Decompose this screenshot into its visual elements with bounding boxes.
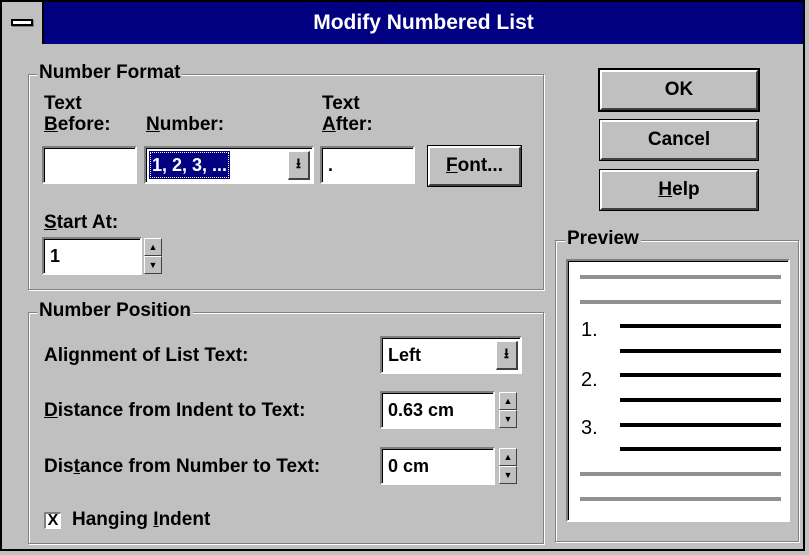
cancel-button[interactable]: Cancel (599, 119, 759, 161)
ok-button[interactable]: OK (598, 68, 760, 112)
help-mnemonic: H (658, 179, 673, 200)
system-menu-button[interactable] (2, 2, 44, 44)
spin-down-icon[interactable]: ▼ (499, 466, 517, 484)
start-at-value: 1 (50, 245, 61, 266)
help-button-label: Help (658, 179, 699, 201)
number-position-legend: Number Position (37, 300, 194, 321)
preview-gray-line (580, 275, 781, 279)
preview-gray-line (580, 300, 781, 304)
modify-numbered-list-dialog: Modify Numbered List Number Format Text … (0, 0, 805, 551)
preview-black-line (620, 324, 781, 328)
font-mnemonic: F (446, 155, 458, 176)
preview-black-line (620, 398, 781, 402)
preview-number-2: 2. (581, 369, 598, 391)
preview-black-line (620, 447, 781, 451)
preview-black-line (620, 423, 781, 427)
number-text-distance-spinner[interactable]: ▲ ▼ (499, 448, 517, 484)
spin-up-icon[interactable]: ▲ (499, 448, 517, 466)
spin-down-icon[interactable]: ▼ (144, 256, 162, 274)
font-button[interactable]: Font... (427, 145, 522, 187)
spin-up-icon[interactable]: ▲ (499, 392, 517, 410)
dropdown-arrow-icon: ⭳ (296, 155, 301, 171)
hanging-indent-label-pre: Hanging (72, 509, 154, 530)
number-select-value: 1, 2, 3, ... (149, 151, 231, 179)
hanging-indent-label-rest: ndent (158, 509, 211, 530)
alignment-select[interactable]: Left ⭳ (380, 336, 522, 374)
preview-number-3: 3. (581, 417, 598, 439)
text-after-mnemonic: A (322, 114, 336, 135)
number-text-distance-label: Distance from Number to Text: (44, 456, 320, 478)
number-text-label-pre: Dis (44, 456, 74, 477)
hanging-indent-label: Hanging Indent (72, 509, 210, 531)
start-at-label-rest: tart At: (56, 212, 119, 233)
text-before-label-line1: Text (44, 93, 82, 114)
dropdown-arrow-icon: ⭳ (504, 345, 509, 361)
cancel-button-label: Cancel (647, 129, 711, 150)
preview-gray-line (580, 472, 781, 476)
spin-up-icon[interactable]: ▲ (144, 238, 162, 256)
number-text-distance-value: 0 cm (388, 455, 430, 476)
window-title: Modify Numbered List (313, 11, 534, 34)
start-at-label: Start At: (44, 212, 118, 234)
text-after-label-rest: fter: (335, 114, 373, 135)
preview-black-line (620, 373, 781, 377)
number-mnemonic: N (146, 114, 160, 135)
alignment-value: Left (388, 344, 421, 365)
preview-pane: 1. 2. 3. (566, 259, 790, 522)
number-label: Number: (146, 114, 224, 136)
text-after-input[interactable]: . (320, 146, 415, 184)
text-before-mnemonic: B (44, 114, 58, 135)
alignment-label: Alignment of List Text: (44, 345, 249, 366)
indent-distance-value: 0.63 cm (388, 399, 455, 420)
ok-button-label: OK (664, 79, 694, 100)
start-at-mnemonic: S (44, 212, 57, 233)
font-button-rest: ont... (457, 155, 503, 176)
indent-distance-spinner[interactable]: ▲ ▼ (499, 392, 517, 428)
text-after-label-line1: Text (322, 93, 360, 114)
text-before-label-line2: Before: (44, 114, 111, 136)
preview-legend: Preview (565, 228, 641, 249)
preview-gray-line (580, 497, 781, 501)
number-dropdown-button[interactable]: ⭳ (288, 151, 310, 180)
font-button-label: Font... (446, 155, 503, 177)
start-at-spinner[interactable]: ▲ ▼ (144, 238, 162, 274)
number-label-rest: umber: (159, 114, 225, 135)
preview-number-1: 1. (581, 319, 598, 341)
system-menu-icon (11, 19, 33, 26)
indent-distance-label-rest: istance from Indent to Text: (57, 400, 306, 421)
indent-distance-mnemonic: D (44, 400, 58, 421)
title-bar[interactable]: Modify Numbered List (2, 2, 803, 44)
number-format-legend: Number Format (37, 62, 183, 83)
preview-black-line (620, 349, 781, 353)
number-select[interactable]: 1, 2, 3, ... ⭳ (144, 146, 314, 184)
help-button-rest: elp (672, 179, 700, 200)
indent-distance-label: Distance from Indent to Text: (44, 400, 305, 422)
text-after-label-line2: After: (322, 114, 373, 136)
alignment-dropdown-button[interactable]: ⭳ (496, 341, 518, 370)
text-after-value: . (328, 154, 334, 175)
help-button[interactable]: Help (599, 169, 759, 211)
text-before-label-rest: efore: (57, 114, 111, 135)
hanging-indent-checkbox[interactable]: X (44, 512, 61, 529)
spin-down-icon[interactable]: ▼ (499, 410, 517, 428)
number-text-label-rest: ance from Number to Text: (79, 456, 321, 477)
indent-distance-input[interactable]: 0.63 cm (380, 391, 495, 429)
start-at-input[interactable]: 1 (42, 237, 142, 275)
text-before-input[interactable] (42, 146, 137, 184)
number-text-distance-input[interactable]: 0 cm (380, 447, 495, 485)
